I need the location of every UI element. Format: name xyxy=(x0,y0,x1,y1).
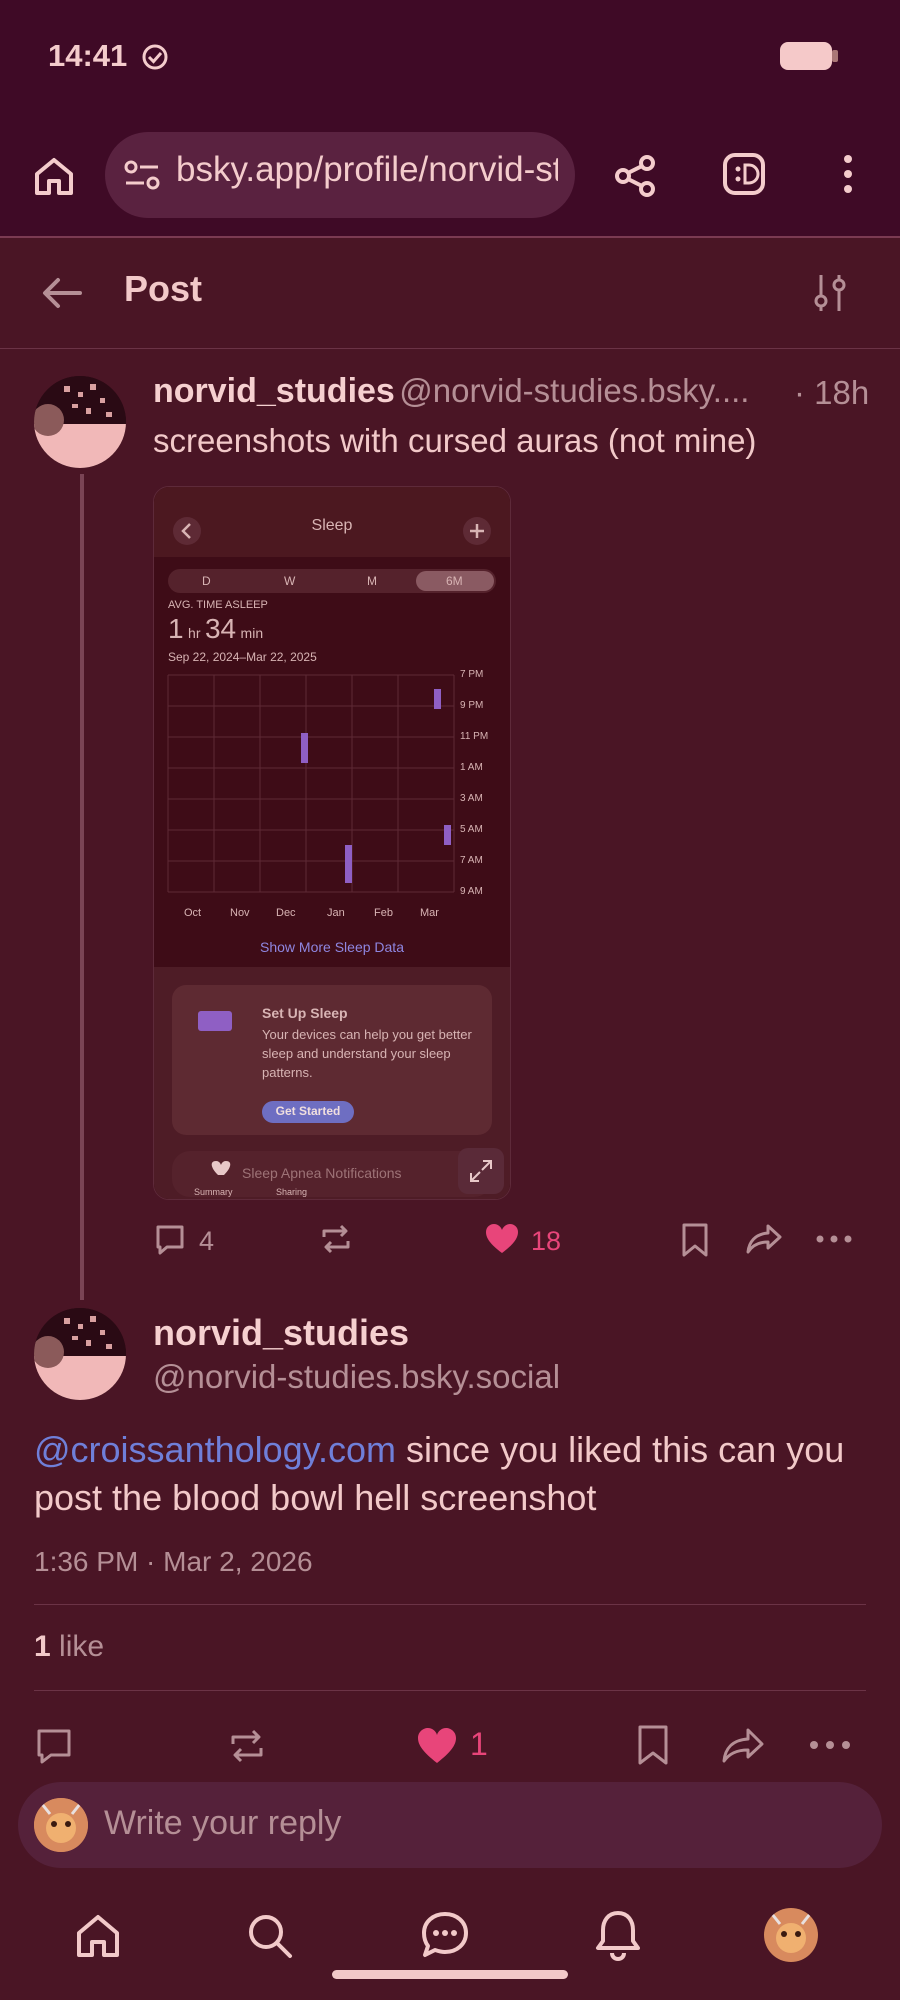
shot-behind-text: Sleep Apnea Notifications xyxy=(242,1165,402,1181)
my-avatar xyxy=(34,1798,88,1852)
heart-filled-icon[interactable] xyxy=(416,1726,458,1766)
reply-placeholder[interactable]: Write your reply xyxy=(104,1804,341,1843)
author-name[interactable]: norvid_studies xyxy=(153,372,395,410)
home-indicator xyxy=(332,1970,568,1979)
shot-segment-w: W xyxy=(284,574,296,588)
shot-avg-hr-unit: hr xyxy=(188,625,201,641)
divider xyxy=(34,1690,866,1691)
nav-search-icon[interactable] xyxy=(242,1908,298,1964)
shot-xtick: Jan xyxy=(327,907,345,919)
filter-settings-icon[interactable] xyxy=(808,268,852,318)
shot-xtick: Mar xyxy=(420,907,439,919)
share-arrow-icon[interactable] xyxy=(744,1222,784,1256)
like-summary-word: like xyxy=(59,1630,105,1663)
shot-ytick: 3 AM xyxy=(460,793,483,804)
shot-segment-m: M xyxy=(367,574,377,588)
site-settings-icon[interactable] xyxy=(122,157,162,193)
shot-date-range: Sep 22, 2024–Mar 22, 2025 xyxy=(168,650,317,664)
author-handle[interactable]: @norvid-studies.bsky.social xyxy=(153,1358,560,1396)
shot-ytick: 1 AM xyxy=(460,762,483,773)
repost-icon[interactable] xyxy=(318,1222,354,1256)
shot-setup-title: Set Up Sleep xyxy=(262,1005,348,1021)
repost-icon[interactable] xyxy=(226,1726,268,1766)
heart-filled-icon[interactable] xyxy=(484,1222,520,1256)
thread-line xyxy=(80,474,84,1300)
back-arrow-icon[interactable] xyxy=(36,270,88,316)
mention-link[interactable]: @croissanthology.com xyxy=(34,1429,396,1470)
like-summary-count: 1 xyxy=(34,1630,51,1663)
shot-ytick: 11 PM xyxy=(460,731,489,742)
shot-segment-d: D xyxy=(202,574,211,588)
extension-icon[interactable] xyxy=(720,150,768,198)
check-circle-icon xyxy=(140,42,170,72)
shot-ytick: 9 PM xyxy=(460,700,484,711)
nav-bell-icon[interactable] xyxy=(590,1906,646,1964)
shot-setup-button: Get Started xyxy=(275,1104,341,1118)
shot-avg-hr: 1 xyxy=(168,613,184,644)
divider xyxy=(34,1604,866,1605)
bookmark-icon[interactable] xyxy=(636,1724,670,1766)
nav-home-icon[interactable] xyxy=(70,1908,126,1964)
author-handle[interactable]: @norvid-studies.bsky.... xyxy=(399,372,749,409)
status-time: 14:41 xyxy=(48,38,128,73)
shot-xtick: Oct xyxy=(184,907,202,919)
shot-avg-min: 34 xyxy=(204,613,237,644)
post-timestamp: 1:36 PM · Mar 2, 2026 xyxy=(34,1546,313,1577)
post-image[interactable]: Sleep D W M 6M AVG. TIME ASLEEP 1 hr 34 … xyxy=(153,486,511,1200)
bookmark-icon[interactable] xyxy=(680,1222,710,1258)
shot-ytick: 9 AM xyxy=(460,886,483,897)
avatar[interactable] xyxy=(34,1308,126,1400)
shot-tab-sharing: Sharing xyxy=(276,1187,308,1197)
shot-xtick: Feb xyxy=(374,907,393,919)
shot-avg-min-unit: min xyxy=(240,625,264,641)
shot-nav-title: Sleep xyxy=(311,517,353,534)
expand-icon[interactable] xyxy=(458,1148,504,1194)
post-time: · 18h xyxy=(794,374,870,411)
shot-xtick: Dec xyxy=(276,907,296,919)
shot-avg-value: 1 hr 34 min xyxy=(168,613,263,645)
shot-tab-summary: Summary xyxy=(194,1187,233,1197)
post-byline: norvid_studies @norvid-studies.bsky.... xyxy=(153,372,873,411)
post-body: @croissanthology.com since you liked thi… xyxy=(34,1426,874,1522)
status-bar xyxy=(0,0,900,118)
page-title: Post xyxy=(124,268,203,309)
like-count: 1 xyxy=(470,1726,488,1762)
nav-profile-avatar[interactable] xyxy=(764,1908,818,1962)
shot-ytick: 7 AM xyxy=(460,855,483,866)
shot-avg-label: AVG. TIME ASLEEP xyxy=(168,599,268,611)
shot-setup-body: Your devices can help you get better sle… xyxy=(262,1027,472,1080)
more-horizontal-icon[interactable] xyxy=(814,1232,854,1244)
shot-segment-6m: 6M xyxy=(446,574,463,588)
avatar[interactable] xyxy=(34,376,126,468)
share-icon[interactable] xyxy=(608,148,664,204)
shot-ytick: 7 PM xyxy=(460,669,484,680)
shot-show-more: Show More Sleep Data xyxy=(260,939,404,955)
like-count: 18 xyxy=(531,1226,562,1256)
reply-icon[interactable] xyxy=(153,1222,187,1256)
more-horizontal-icon[interactable] xyxy=(808,1738,852,1752)
like-summary[interactable]: 1 like xyxy=(34,1630,104,1664)
reply-count: 4 xyxy=(199,1226,215,1256)
browser-home-icon[interactable] xyxy=(26,148,82,204)
shot-ytick: 5 AM xyxy=(460,824,483,835)
reply-icon[interactable] xyxy=(34,1726,74,1766)
shot-xtick: Nov xyxy=(230,907,250,919)
share-arrow-icon[interactable] xyxy=(720,1726,766,1766)
more-vertical-icon[interactable] xyxy=(828,150,868,198)
author-name[interactable]: norvid_studies xyxy=(153,1312,409,1354)
battery-icon xyxy=(780,42,832,70)
url-text[interactable]: bsky.app/profile/norvid-studies.bsky.soc… xyxy=(176,150,558,190)
post-text: screenshots with cursed auras (not mine) xyxy=(153,422,757,459)
nav-chat-icon[interactable] xyxy=(416,1906,474,1964)
battery-tip xyxy=(832,50,838,62)
